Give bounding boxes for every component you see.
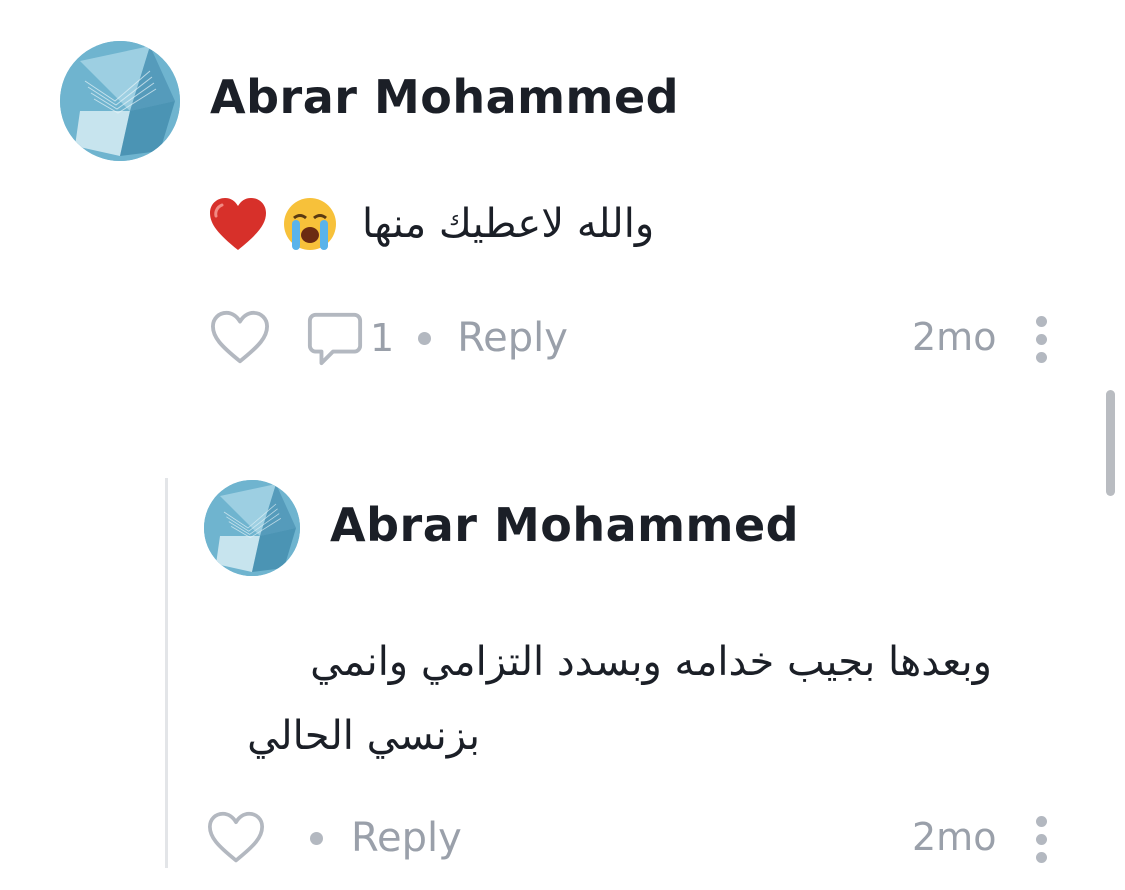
avatar[interactable] <box>204 480 300 576</box>
heart-outline-icon <box>207 811 264 863</box>
comment-text-line-2: بزنسي الحالي <box>247 713 480 759</box>
comments-page: Abrar Mohammed والله لاعطيك منها 1 Reply… <box>0 0 1125 890</box>
comment-text-line-1: وبعدها بجيب خدامه وبسدد التزامي وانمي <box>310 639 992 685</box>
timestamp: 2mo <box>912 815 997 859</box>
reply-button[interactable]: Reply <box>351 815 462 861</box>
more-options-button[interactable] <box>1034 816 1048 863</box>
comment-actions: Reply <box>204 808 462 868</box>
reply-comment: Abrar Mohammed وبعدها بجيب خدامه وبسدد ا… <box>0 0 1125 890</box>
like-button[interactable] <box>204 808 268 868</box>
vertical-ellipsis-icon <box>1035 816 1047 827</box>
avatar-image <box>204 480 300 576</box>
scrollbar[interactable] <box>1106 390 1115 496</box>
author-name[interactable]: Abrar Mohammed <box>330 498 799 552</box>
separator-dot <box>310 831 323 845</box>
